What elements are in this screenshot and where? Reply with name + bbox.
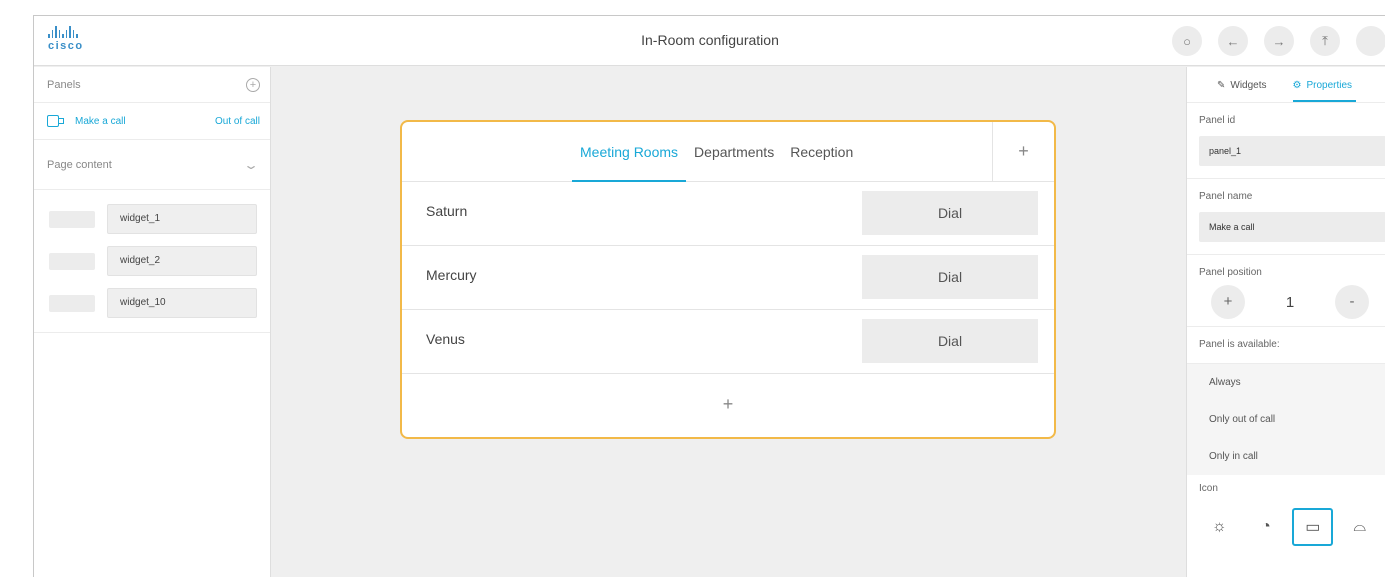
panel-item-make-a-call[interactable]: Make a call Out of call xyxy=(34,103,270,140)
row-label: Saturn xyxy=(426,203,468,219)
position-decrement-button[interactable]: - xyxy=(1335,285,1369,319)
editor-canvas: Meeting Rooms Departments Reception + Sa… xyxy=(272,67,1185,577)
undo-button[interactable]: ← xyxy=(1218,26,1248,56)
availability-options: Always Only out of call Only in call xyxy=(1187,364,1385,475)
widget-thumbnail xyxy=(49,210,95,228)
panels-title: Panels xyxy=(47,78,81,91)
right-tab-bar: ✎ Widgets ⚙ Properties xyxy=(1187,67,1385,103)
gear-icon: ⚙ xyxy=(1292,80,1302,91)
pencil-icon: ✎ xyxy=(1217,80,1226,91)
upload-button[interactable]: ⤒ xyxy=(1310,26,1340,56)
panel-preview-card[interactable]: Meeting Rooms Departments Reception + Sa… xyxy=(400,120,1056,439)
app-header: cisco In-Room configuration ○ ← → ⤒ xyxy=(34,16,1385,66)
tab-properties[interactable]: ⚙ Properties xyxy=(1292,67,1357,102)
camera-icon[interactable]: ▭ xyxy=(1292,508,1334,546)
availability-option-always[interactable]: Always xyxy=(1187,364,1385,401)
tab-properties-label: Properties xyxy=(1306,80,1353,91)
icon-label: Icon xyxy=(1199,483,1218,494)
left-sidebar: Panels + Make a call Out of call Page co… xyxy=(34,67,271,577)
dial-button[interactable]: Dial xyxy=(862,319,1038,363)
icon-picker: ☼ ◔ ▭ ⌓ xyxy=(1199,508,1385,546)
helpdesk-icon[interactable]: ⌓ xyxy=(1339,508,1380,546)
widget-item[interactable]: widget_10 xyxy=(34,288,270,318)
chevron-down-icon: ⌄ xyxy=(242,157,260,172)
panel-id-field[interactable]: panel_1 xyxy=(1199,136,1385,166)
more-button[interactable] xyxy=(1356,26,1385,56)
dial-button[interactable]: Dial xyxy=(862,255,1038,299)
add-tab-button[interactable]: + xyxy=(992,122,1054,182)
add-panel-icon[interactable]: + xyxy=(246,77,260,92)
widget-thumbnail xyxy=(49,252,95,270)
app-window: cisco In-Room configuration ○ ← → ⤒ Pane… xyxy=(33,15,1385,577)
tab-departments[interactable]: Departments xyxy=(686,122,782,182)
page-content-header[interactable]: Page content ⌄ xyxy=(34,140,270,190)
list-item[interactable]: Saturn Dial xyxy=(402,182,1054,246)
widget-id-field[interactable]: widget_2 xyxy=(107,246,257,276)
panel-id-label: Panel id xyxy=(1199,115,1236,126)
position-increment-button[interactable]: + xyxy=(1211,285,1245,319)
dial-button[interactable]: Dial xyxy=(862,191,1038,235)
availability-option-in-call[interactable]: Only in call xyxy=(1187,438,1385,475)
widget-item[interactable]: widget_2 xyxy=(34,246,270,276)
widget-thumbnail xyxy=(49,294,95,312)
page-content-title: Page content xyxy=(47,158,112,171)
add-row-button[interactable]: + xyxy=(402,374,1054,434)
panel-item-status: Out of call xyxy=(214,115,260,127)
widget-id-field[interactable]: widget_10 xyxy=(107,288,257,318)
row-label: Mercury xyxy=(426,267,477,283)
lightbulb-icon[interactable]: ☼ xyxy=(1199,508,1240,546)
widget-list: widget_1 widget_2 widget_10 xyxy=(34,190,270,333)
tab-meeting-rooms[interactable]: Meeting Rooms xyxy=(572,122,687,182)
widget-id-field[interactable]: widget_1 xyxy=(107,204,257,234)
panels-header: Panels + xyxy=(34,67,270,103)
list-item[interactable]: Venus Dial xyxy=(402,310,1054,374)
tab-widgets[interactable]: ✎ Widgets xyxy=(1217,67,1267,102)
row-label: Venus xyxy=(426,331,465,347)
list-item[interactable]: Mercury Dial xyxy=(402,246,1054,310)
widget-item[interactable]: widget_1 xyxy=(34,204,270,234)
availability-section: Panel is available: xyxy=(1187,327,1385,364)
position-value: 1 xyxy=(1285,293,1295,311)
clock-icon[interactable]: ◔ xyxy=(1246,508,1287,546)
panel-position-section: Panel position + 1 - xyxy=(1187,255,1385,327)
tab-widgets-label: Widgets xyxy=(1230,80,1267,91)
panel-position-label: Panel position xyxy=(1199,267,1262,278)
panel-name-field[interactable]: Make a call xyxy=(1199,212,1385,242)
panel-id-section: Panel id panel_1 xyxy=(1187,103,1385,179)
panel-name-label: Panel name xyxy=(1199,191,1253,202)
redo-button[interactable]: → xyxy=(1264,26,1294,56)
panel-item-label: Make a call xyxy=(75,115,126,127)
preview-button[interactable]: ○ xyxy=(1172,26,1202,56)
camera-icon xyxy=(47,115,65,127)
preview-tab-bar: Meeting Rooms Departments Reception + xyxy=(402,122,1054,182)
preview-tabs: Meeting Rooms Departments Reception xyxy=(572,122,861,182)
header-toolbar: ○ ← → ⤒ xyxy=(1172,26,1385,56)
icon-section: Icon ☼ ◔ ▭ ⌓ xyxy=(1187,475,1385,546)
availability-label: Panel is available: xyxy=(1199,339,1280,350)
availability-option-out-of-call[interactable]: Only out of call xyxy=(1187,401,1385,438)
position-stepper: + 1 - xyxy=(1199,278,1385,326)
tab-reception[interactable]: Reception xyxy=(782,122,861,182)
properties-sidebar: ✎ Widgets ⚙ Properties Panel id panel_1 … xyxy=(1186,67,1385,577)
panel-name-section: Panel name Make a call xyxy=(1187,179,1385,255)
